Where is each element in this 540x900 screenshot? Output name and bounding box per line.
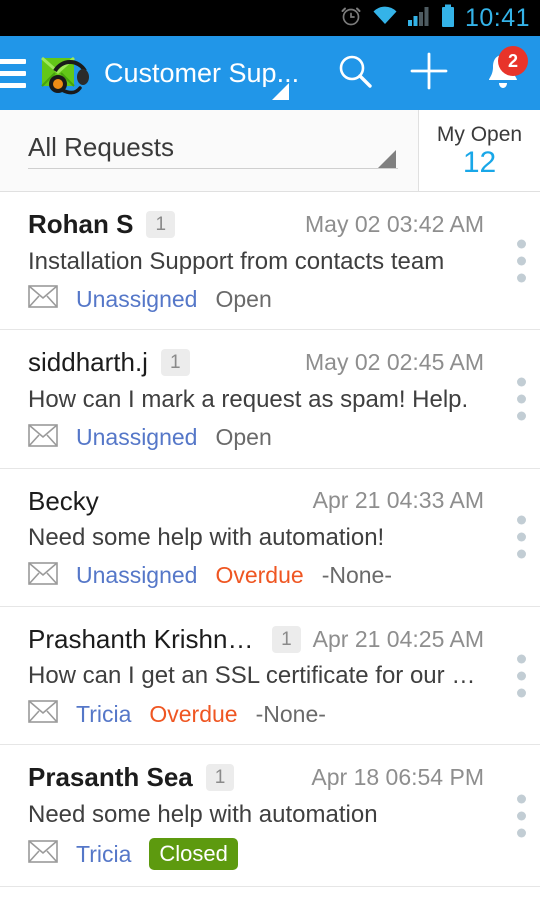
row-overflow-menu-icon[interactable]: [517, 515, 526, 559]
request-row-meta: Unassigned Overdue -None-: [28, 562, 484, 590]
row-overflow-menu-icon[interactable]: [517, 377, 526, 421]
requester-name: siddharth.j: [28, 347, 148, 378]
request-extra-field: -None-: [321, 562, 392, 589]
envelope-icon: [28, 285, 58, 313]
envelope-icon: [28, 700, 58, 728]
app-screen: 10:41 Customer Sup... 2 All Requests My …: [0, 0, 540, 900]
request-row-meta: Tricia Closed: [28, 838, 484, 871]
plus-icon: [407, 49, 451, 98]
request-timestamp: Apr 21 04:33 AM: [312, 487, 484, 514]
request-timestamp: May 02 03:42 AM: [305, 210, 484, 237]
view-filter-dropdown[interactable]: All Requests: [0, 110, 418, 191]
my-open-counter[interactable]: My Open 12: [418, 110, 540, 191]
request-row[interactable]: siddharth.j 1 May 02 02:45 AM How can I mar…: [0, 330, 540, 469]
request-status: Open: [215, 285, 272, 312]
notifications-button[interactable]: 2: [466, 36, 540, 110]
request-assignee[interactable]: Tricia: [76, 842, 131, 866]
thread-count-badge: 1: [205, 763, 235, 791]
row-overflow-menu-icon[interactable]: [517, 239, 526, 283]
envelope-icon: [28, 562, 58, 590]
request-subject: Need some help with automation!: [28, 524, 385, 552]
request-timestamp: Apr 21 04:25 AM: [312, 625, 484, 652]
search-button[interactable]: [318, 36, 392, 110]
request-assignee[interactable]: Unassigned: [76, 426, 197, 449]
page-title: Customer Sup...: [104, 59, 300, 87]
request-timestamp: May 02 02:45 AM: [305, 349, 484, 376]
filter-bar: All Requests My Open 12: [0, 110, 540, 192]
thread-count-badge: 1: [272, 625, 301, 653]
my-open-count: 12: [462, 145, 497, 179]
requester-name: Prashanth Krishnasw...: [28, 623, 259, 654]
thread-count-badge: 1: [160, 349, 190, 377]
request-status: Overdue: [149, 700, 238, 727]
request-row-header: Prashanth Krishnasw... 1 Apr 21 04:25 AM: [28, 623, 484, 656]
request-row-header: Rohan S 1 May 02 03:42 AM: [28, 208, 484, 241]
app-bar: Customer Sup... 2: [0, 36, 540, 110]
request-subject: How can I mark a request as spam! Help.: [28, 385, 469, 413]
chevron-down-icon: [272, 83, 289, 100]
wifi-icon: [372, 5, 398, 32]
request-assignee[interactable]: Unassigned: [76, 287, 197, 311]
row-overflow-menu-icon[interactable]: [517, 654, 526, 698]
requester-name: Prasanth Sea: [28, 762, 193, 793]
filter-underline: [28, 168, 398, 169]
chevron-down-icon: [378, 150, 396, 168]
hamburger-menu-icon[interactable]: [0, 58, 26, 88]
request-status: Open: [215, 424, 272, 451]
request-row-meta: Unassigned Open: [28, 285, 484, 313]
add-request-button[interactable]: [392, 36, 466, 110]
request-row[interactable]: Prasanth Sea 1 Apr 18 06:54 PM Need some he…: [0, 745, 540, 888]
request-row-meta: Unassigned Open: [28, 423, 484, 452]
request-subject: Need some help with automation: [28, 800, 378, 828]
app-title-dropdown[interactable]: Customer Sup...: [104, 36, 318, 110]
envelope-icon: [28, 423, 58, 452]
request-row-header: Prasanth Sea 1 Apr 18 06:54 PM: [28, 761, 484, 794]
row-overflow-menu-icon[interactable]: [517, 794, 526, 838]
requester-name: Rohan S: [28, 209, 134, 239]
request-extra-field: -None-: [255, 700, 326, 727]
request-row-meta: Tricia Overdue -None-: [28, 700, 484, 728]
request-status: Overdue: [215, 562, 304, 589]
search-icon: [334, 50, 376, 97]
notification-count-badge: 2: [498, 46, 528, 76]
status-bar-clock: 10:41: [464, 3, 530, 32]
request-subject: Installation Support from contacts team: [28, 247, 445, 275]
request-assignee[interactable]: Tricia: [76, 702, 131, 726]
request-subject: How can I get an SSL certificate for our…: [28, 662, 484, 690]
request-timestamp: Apr 18 06:54 PM: [311, 763, 484, 790]
battery-icon: [440, 4, 456, 33]
request-row-header: Becky Apr 21 04:33 AM: [28, 485, 484, 518]
my-open-label: My Open: [436, 122, 523, 146]
status-bar-icons: [339, 4, 456, 33]
thread-count-badge: 1: [146, 210, 176, 238]
status-badge: Closed: [149, 838, 238, 871]
envelope-icon: [28, 840, 58, 868]
request-row-header: siddharth.j 1 May 02 02:45 AM: [28, 346, 484, 379]
signal-icon: [407, 5, 431, 32]
status-bar: 10:41: [0, 0, 540, 36]
request-list[interactable]: Rohan S 1 May 02 03:42 AM Installation Supp…: [0, 192, 540, 900]
request-row[interactable]: siddharth.j1Apr 17 03:15 PMPlease extend…: [0, 887, 540, 900]
request-row[interactable]: Becky Apr 21 04:33 AM Need some help with …: [0, 469, 540, 607]
request-row[interactable]: Prashanth Krishnasw... 1 Apr 21 04:25 AM Ho…: [0, 607, 540, 746]
requester-name: Becky: [28, 485, 99, 516]
view-filter-label: All Requests: [28, 131, 174, 162]
request-row[interactable]: Rohan S 1 May 02 03:42 AM Installation Supp…: [0, 192, 540, 331]
support-envelope-headset-logo: [36, 48, 90, 98]
request-assignee[interactable]: Unassigned: [76, 564, 197, 587]
alarm-icon: [339, 4, 363, 33]
